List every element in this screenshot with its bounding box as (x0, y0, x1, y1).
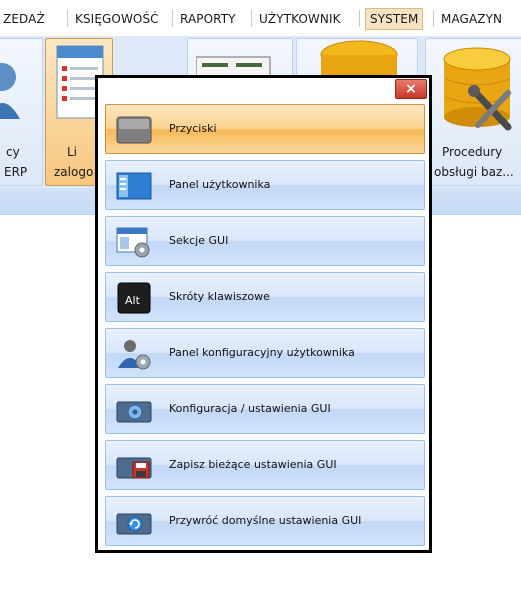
menu-item-panel-konfiguracyjny[interactable]: Panel konfiguracyjny użytkownika (105, 328, 425, 378)
menu-separator (251, 10, 252, 27)
menu-separator (359, 10, 360, 27)
user-panel-icon (116, 172, 152, 200)
ribbon-label: Li (67, 145, 78, 159)
menu-item-label: Panel użytkownika (169, 178, 271, 191)
ribbon-label: Procedury (442, 145, 503, 159)
menu-bar: ZEDAŻ KSIĘGOWOŚĆ RAPORTY UŻYTKOWNIK SYST… (0, 0, 521, 36)
menu-item-label: Sekcje GUI (169, 234, 229, 247)
menu-raporty[interactable]: RAPORTY (180, 12, 236, 26)
ribbon-label: zalogo (54, 165, 94, 179)
menu-item-panel-uzytkownika[interactable]: Panel użytkownika (105, 160, 425, 210)
ribbon-button-erp[interactable]: cy ERP (0, 38, 43, 186)
button-icon (116, 116, 152, 144)
menu-item-sekcje-gui[interactable]: Sekcje GUI (105, 216, 425, 266)
save-icon (116, 457, 152, 479)
user-gear-icon (118, 340, 151, 370)
database-icon (320, 40, 398, 79)
ribbon-label: obsługi baz... (434, 165, 514, 179)
popup-body: × Przyciski Panel użytkownika Sekcje GUI… (98, 78, 429, 550)
menu-item-zapisz-ustawienia[interactable]: Zapisz bieżące ustawienia GUI (105, 440, 425, 490)
menu-separator (433, 10, 434, 27)
menu-item-skroty-klawiszowe[interactable]: Alt Skróty klawiszowe (105, 272, 425, 322)
menu-item-konfiguracja-gui[interactable]: Konfiguracja / ustawienia GUI (105, 384, 425, 434)
menu-item-label: Konfiguracja / ustawienia GUI (169, 402, 331, 415)
close-button[interactable]: × (395, 79, 427, 99)
menu-item-przywroc-ustawienia[interactable]: Przywróć domyślne ustawienia GUI (105, 496, 425, 546)
restore-icon (116, 513, 152, 535)
ribbon-label: ERP (4, 165, 28, 179)
ribbon-label: cy (6, 145, 20, 159)
menu-separator (67, 10, 68, 27)
menu-system[interactable]: SYSTEM (365, 8, 424, 30)
menu-ksiegowosc[interactable]: KSIĘGOWOŚĆ (75, 12, 159, 26)
database-tools-icon (443, 47, 512, 131)
user-icon (0, 63, 20, 119)
menu-sprzedaz[interactable]: ZEDAŻ (3, 12, 45, 26)
ribbon-button-procedures[interactable]: Procedury obsługi baz... (425, 38, 521, 186)
menu-uzytkownik[interactable]: UŻYTKOWNIK (259, 12, 341, 26)
close-icon: × (405, 81, 417, 97)
gear-settings-icon (116, 401, 152, 423)
menu-item-przyciski[interactable]: Przyciski (105, 104, 425, 154)
gui-window-gear-icon (116, 227, 150, 258)
menu-magazyn[interactable]: MAGAZYN (441, 12, 502, 26)
menu-item-label: Przywróć domyślne ustawienia GUI (169, 514, 362, 527)
menu-item-label: Panel konfiguracyjny użytkownika (169, 346, 355, 359)
svg-text:Alt: Alt (125, 294, 141, 307)
gui-settings-popup: × Przyciski Panel użytkownika Sekcje GUI… (95, 75, 432, 553)
menu-item-label: Zapisz bieżące ustawienia GUI (169, 458, 337, 471)
menu-item-label: Skróty klawiszowe (169, 290, 270, 303)
menu-separator (172, 10, 173, 27)
menu-item-label: Przyciski (169, 122, 217, 135)
alt-key-icon: Alt (117, 282, 151, 314)
